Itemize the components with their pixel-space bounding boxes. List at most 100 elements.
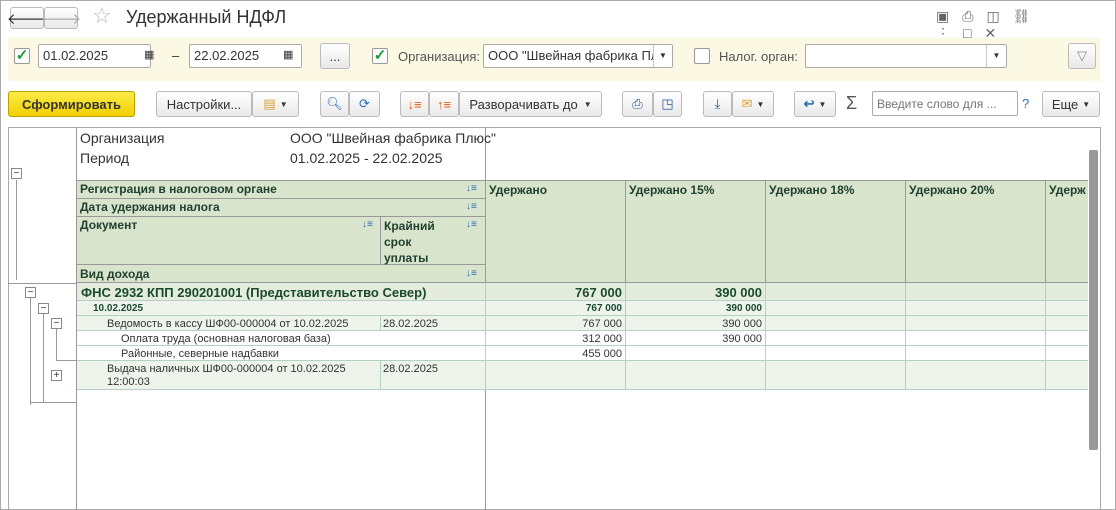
find-button[interactable]: 🔍︎: [320, 91, 349, 117]
generate-button[interactable]: Сформировать: [8, 91, 135, 117]
more-label: Еще: [1051, 96, 1079, 112]
period-param-label: Период: [80, 150, 130, 166]
sort-desc-button[interactable]: ↓≡: [400, 91, 429, 117]
header-date[interactable]: Дата удержания налога: [80, 200, 220, 214]
print-preview-icon: ◳: [661, 96, 674, 111]
header-col[interactable]: Удержано 18%: [769, 183, 903, 197]
print-button[interactable]: ⎙: [622, 91, 653, 117]
save-icon[interactable]: ▣: [936, 8, 962, 24]
favorite-star-icon[interactable]: ☆: [92, 3, 112, 29]
collapse-icon[interactable]: −: [38, 303, 49, 314]
find-next-button[interactable]: ⟳: [349, 91, 380, 117]
tax-checkbox[interactable]: [694, 48, 710, 64]
envelope-icon: ✉: [741, 96, 753, 111]
header-col[interactable]: Удержано 15%: [629, 183, 763, 197]
row-label: Выдача наличных ШФ00-000004 от 10.02.202…: [107, 363, 346, 388]
expand-to-label: Разворачивать до: [469, 96, 578, 112]
row-label: 10.02.2025: [93, 303, 144, 314]
settings-button[interactable]: Настройки...: [156, 91, 252, 117]
page-title: Удержанный НДФЛ: [126, 7, 287, 27]
forward-button[interactable]: 🡒: [40, 7, 82, 29]
sort-icon[interactable]: ↓≡: [466, 183, 477, 194]
period-select-button[interactable]: ...: [320, 43, 350, 69]
dropdown-icon: ▼: [583, 99, 592, 109]
return-arrow-icon: ↩: [803, 96, 815, 111]
search-icon: 🔍︎: [326, 96, 343, 111]
row-value: 455 000: [582, 348, 622, 360]
org-label: Организация:: [398, 49, 481, 64]
dropdown-icon[interactable]: ▼: [986, 45, 1006, 67]
header-document[interactable]: Документ: [80, 218, 137, 232]
row-value: 390 000: [722, 318, 762, 330]
row-deadline: 28.02.2025: [383, 363, 439, 375]
tax-label: Налог. орган:: [719, 49, 798, 64]
download-icon: ⤓: [714, 96, 721, 111]
row-value: 767 000: [582, 318, 622, 330]
row-value: 312 000: [582, 333, 622, 345]
calendar-icon[interactable]: ▦: [283, 48, 293, 61]
org-param-value: ООО "Швейная фабрика Плюс": [290, 130, 496, 146]
preview-button[interactable]: ◳: [653, 91, 682, 117]
row-value: 767 000: [575, 285, 622, 300]
header-col[interactable]: Удержано 20%: [909, 183, 1043, 197]
row-value: 390 000: [715, 285, 762, 300]
date-from-field[interactable]: 01.02.2025: [38, 44, 151, 68]
sort-desc-icon: ↓≡: [407, 96, 422, 112]
row-label: Оплата труда (основная налоговая база): [121, 333, 331, 345]
org-field[interactable]: ООО "Швейная фабрика Плюс": [483, 44, 673, 68]
dropdown-icon: ▼: [756, 99, 765, 109]
goto-button[interactable]: ↩ ▼: [794, 91, 836, 117]
header-deadline[interactable]: Крайний срок уплаты: [384, 218, 444, 266]
sort-asc-button[interactable]: ↑≡: [429, 91, 459, 117]
calendar-icon[interactable]: ▦: [144, 48, 154, 61]
period-param-value: 01.02.2025 - 22.02.2025: [290, 150, 443, 166]
link-icon[interactable]: ⛓: [1013, 8, 1044, 24]
header-col[interactable]: Удерж: [1049, 183, 1086, 197]
collapse-icon[interactable]: −: [25, 287, 36, 298]
vertical-scrollbar[interactable]: [1089, 150, 1098, 450]
row-label: ФНС 2932 КПП 290201001 (Представительств…: [81, 285, 427, 300]
header-income-type[interactable]: Вид дохода: [80, 267, 149, 281]
org-checkbox[interactable]: ✓: [372, 48, 388, 64]
save-file-button[interactable]: ⤓: [703, 91, 732, 117]
collapse-icon[interactable]: −: [51, 318, 62, 329]
row-value: 390 000: [722, 333, 762, 345]
back-button[interactable]: 🡐: [7, 7, 47, 29]
report-variant-icon: ▤: [263, 96, 276, 111]
send-email-button[interactable]: ✉ ▼: [732, 91, 774, 117]
row-label: Районные, северные надбавки: [121, 348, 279, 360]
sort-icon[interactable]: ↓≡: [466, 219, 477, 230]
preview-icon[interactable]: ◫: [986, 8, 1012, 24]
date-separator: –: [172, 48, 180, 63]
header-col[interactable]: Удержано: [489, 183, 623, 197]
header-registration[interactable]: Регистрация в налоговом органе: [80, 182, 277, 196]
more-button[interactable]: Еще ▼: [1042, 91, 1100, 117]
dropdown-icon[interactable]: ▼: [653, 45, 672, 67]
row-value: 390 000: [725, 303, 762, 314]
row-deadline: 28.02.2025: [383, 318, 439, 330]
dropdown-icon: ▼: [1082, 99, 1091, 109]
funnel-icon: ▽: [1077, 48, 1087, 63]
org-param-label: Организация: [80, 130, 165, 146]
expand-icon[interactable]: +: [51, 370, 62, 381]
search-input[interactable]: [872, 91, 1018, 116]
search-next-icon: ⟳: [359, 96, 370, 111]
filter-button[interactable]: ▽: [1068, 43, 1096, 69]
help-link[interactable]: ?: [1022, 96, 1029, 111]
collapse-header-icon[interactable]: −: [11, 168, 22, 179]
row-label: Ведомость в кассу ШФ00-000004 от 10.02.2…: [107, 318, 349, 330]
printer-icon: ⎙: [632, 96, 643, 111]
variants-button[interactable]: ▤ ▼: [252, 91, 299, 117]
sort-icon[interactable]: ↓≡: [362, 219, 373, 230]
dropdown-icon: ▼: [818, 99, 827, 109]
row-value: 767 000: [585, 303, 622, 314]
print-icon[interactable]: ⎙: [962, 8, 986, 24]
sort-icon[interactable]: ↓≡: [466, 201, 477, 212]
tax-field[interactable]: [805, 44, 1007, 68]
expand-to-button[interactable]: Разворачивать до ▼: [459, 91, 602, 117]
period-checkbox[interactable]: ✓: [14, 48, 30, 64]
sort-icon[interactable]: ↓≡: [466, 268, 477, 279]
arrow-right-icon: 🡒: [40, 10, 82, 28]
sort-asc-icon: ↑≡: [436, 96, 452, 112]
sum-icon[interactable]: Σ: [846, 93, 857, 114]
